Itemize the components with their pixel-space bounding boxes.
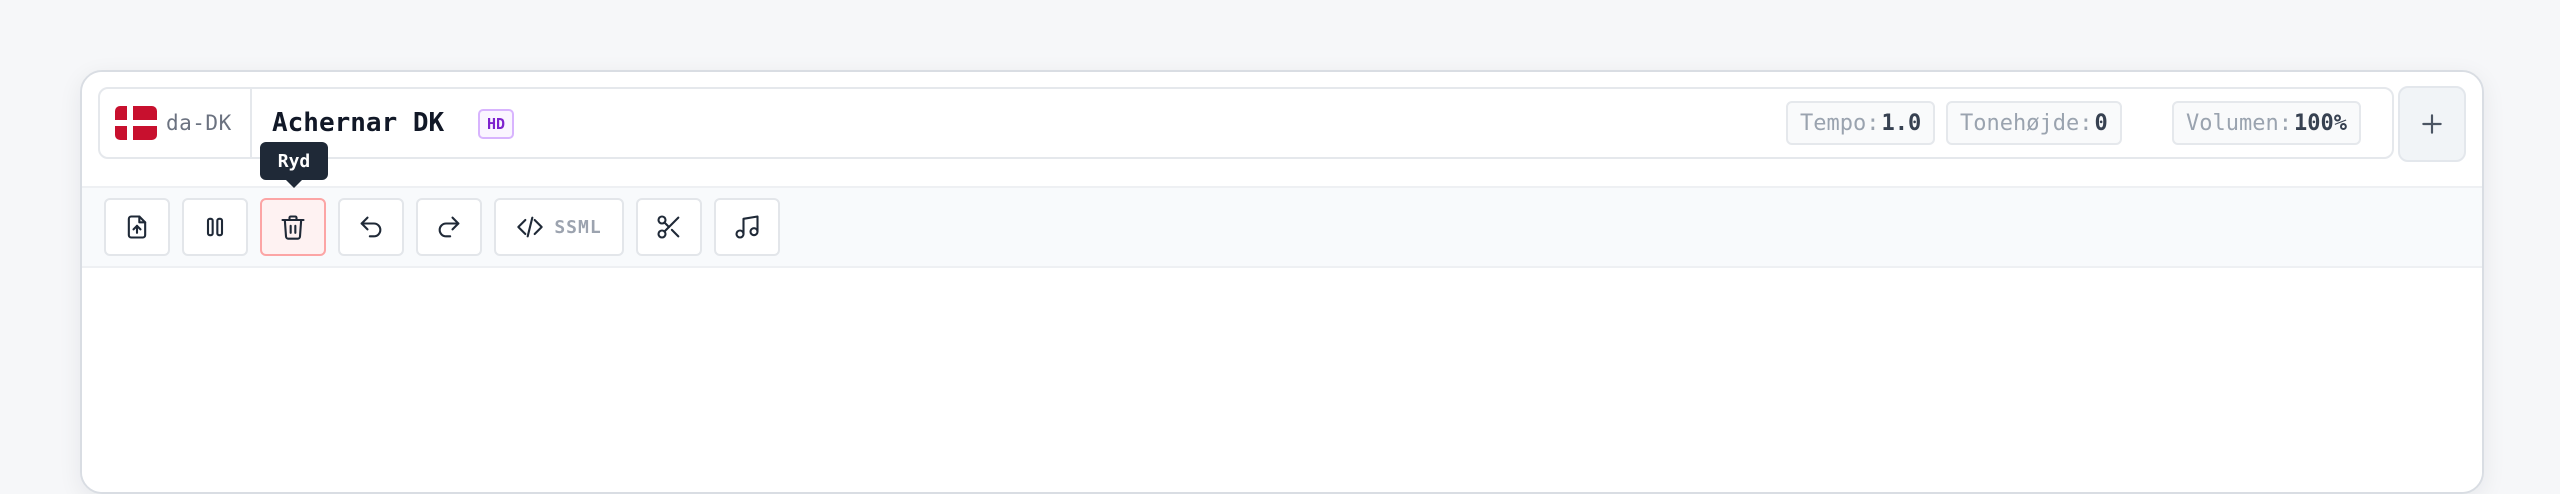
- pitch-control[interactable]: Tonehøjde: 0: [1946, 101, 2122, 145]
- toolbar: SSML: [82, 186, 2482, 268]
- upload-file-button[interactable]: [104, 198, 170, 256]
- pitch-label: Tonehøjde:: [1960, 110, 2093, 136]
- volume-value: 100%: [2293, 110, 2347, 136]
- file-upload-icon: [127, 215, 147, 239]
- scissors-icon: [657, 215, 680, 239]
- undo-button[interactable]: [338, 198, 404, 256]
- volume-label: Volumen:: [2186, 110, 2292, 136]
- voice-selector[interactable]: da-DK Achernar DK HD Tempo: 1.0 Tonehøjd…: [98, 87, 2394, 159]
- clear-tooltip: Ryd: [260, 142, 328, 180]
- music-button[interactable]: [714, 198, 780, 256]
- cut-button[interactable]: [636, 198, 702, 256]
- redo-icon: [438, 216, 460, 238]
- language-selector[interactable]: da-DK: [100, 89, 252, 157]
- pause-icon: [206, 217, 224, 237]
- plus-icon: [2422, 114, 2442, 134]
- tempo-value: 1.0: [1881, 110, 1922, 136]
- ssml-button[interactable]: SSML: [494, 198, 624, 256]
- ssml-label: SSML: [554, 216, 602, 238]
- tooltip-arrow: [286, 180, 302, 188]
- tempo-label: Tempo:: [1800, 110, 1880, 136]
- voice-name: Achernar DK: [272, 108, 445, 138]
- text-editor-area[interactable]: [82, 268, 2482, 492]
- voice-header: da-DK Achernar DK HD Tempo: 1.0 Tonehøjd…: [82, 72, 2482, 186]
- denmark-flag-icon: [115, 106, 157, 140]
- language-code: da-DK: [166, 111, 232, 135]
- clear-button[interactable]: [260, 198, 326, 256]
- voice-editor-card: da-DK Achernar DK HD Tempo: 1.0 Tonehøjd…: [80, 70, 2484, 494]
- hd-badge: HD: [478, 109, 515, 139]
- trash-icon: [281, 215, 305, 240]
- pitch-value: 0: [2094, 110, 2108, 136]
- code-icon: [517, 216, 544, 238]
- pause-button[interactable]: [182, 198, 248, 256]
- undo-icon: [360, 216, 382, 238]
- add-voice-button[interactable]: [2398, 86, 2466, 162]
- redo-button[interactable]: [416, 198, 482, 256]
- tempo-control[interactable]: Tempo: 1.0: [1786, 101, 1936, 145]
- volume-control[interactable]: Volumen: 100%: [2172, 101, 2361, 145]
- music-note-icon: [735, 215, 759, 239]
